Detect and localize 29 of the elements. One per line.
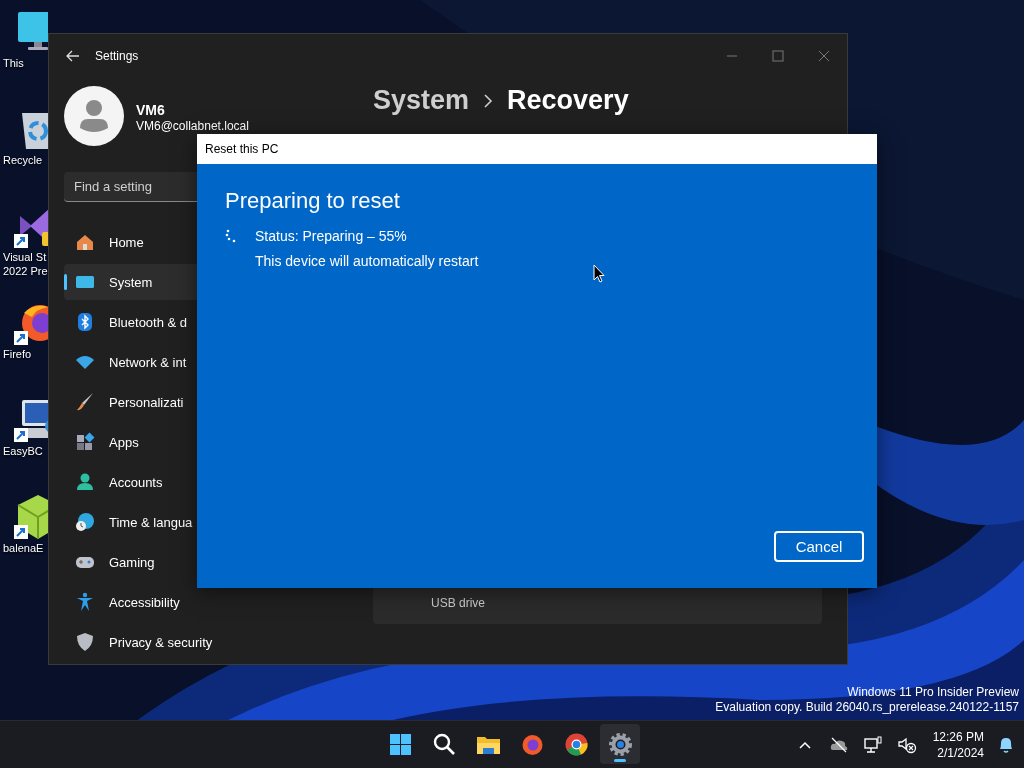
icon-label: This (2, 56, 24, 70)
sidebar-label: Accounts (109, 474, 163, 490)
icon-label: Visual St (2, 250, 47, 264)
sidebar-label: Apps (109, 434, 139, 450)
restart-note: This device will automatically restart (255, 252, 480, 271)
icon-label: EasyBC (2, 444, 43, 458)
build-info-text: Evaluation copy. Build 26040.rs_prerelease.240122-1157 (715, 700, 1019, 715)
window-title: Settings (95, 48, 139, 63)
icon-label: 2022 Pre (2, 264, 48, 278)
sidebar-label: Accessibility (109, 594, 180, 610)
sidebar-label: Personalizati (109, 394, 184, 410)
sidebar-label: Gaming (109, 554, 155, 570)
card-description: USB drive (431, 596, 486, 610)
page-title: Recovery (507, 85, 629, 116)
sidebar-label: Bluetooth & d (109, 314, 188, 330)
status-text: Status: Preparing – 55% (255, 227, 407, 246)
user-name: VM6 (136, 101, 166, 119)
build-info-text: Windows 11 Pro Insider Preview (847, 685, 1019, 700)
dialog-title: Reset this PC (205, 142, 279, 156)
icon-label: Firefo (2, 347, 32, 361)
sidebar-label: System (109, 274, 153, 290)
sidebar-label: Network & int (109, 354, 187, 370)
sidebar-label: Home (109, 234, 144, 250)
sidebar-label: Time & langua (109, 514, 193, 530)
dialog-heading: Preparing to reset (225, 187, 401, 215)
icon-label: Recycle (2, 153, 43, 167)
user-email: VM6@collabnet.local (136, 119, 249, 133)
icon-label: balenaE (2, 541, 44, 555)
sidebar-label: Privacy & security (109, 634, 213, 650)
